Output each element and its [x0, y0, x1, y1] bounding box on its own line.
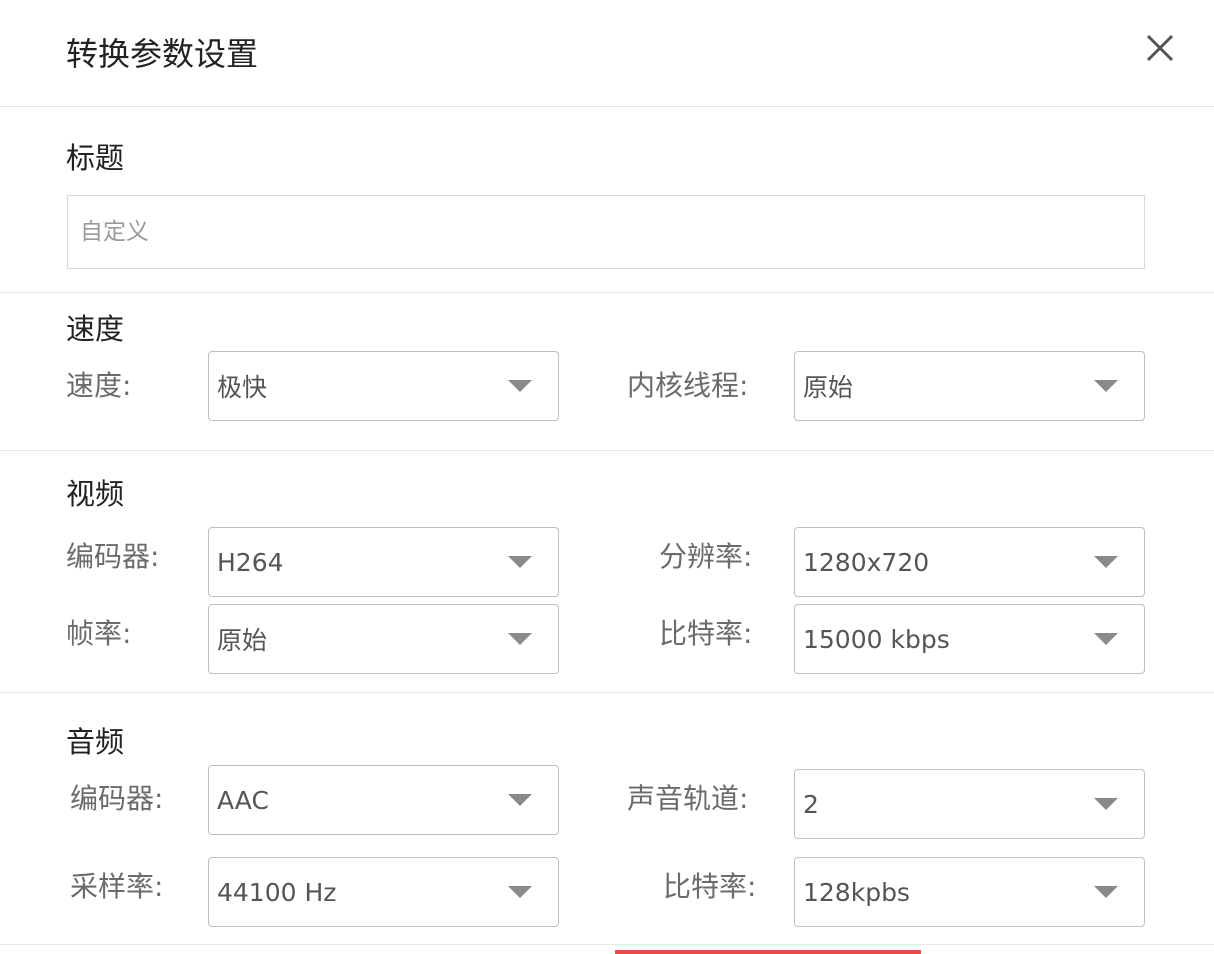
chevron-down-icon — [508, 380, 532, 392]
chevron-down-icon — [508, 886, 532, 898]
chevron-down-icon — [1094, 556, 1118, 568]
close-button[interactable] — [1140, 28, 1180, 68]
dialog-header: 转换参数设置 — [0, 0, 1214, 107]
channels-select[interactable]: 2 — [794, 769, 1145, 839]
title-input[interactable] — [67, 195, 1145, 269]
video-encoder-value: H264 — [217, 547, 284, 577]
chevron-down-icon — [1094, 886, 1118, 898]
threads-select-value: 原始 — [803, 373, 854, 402]
video-encoder-select[interactable]: H264 — [208, 527, 559, 597]
resolution-value: 1280x720 — [803, 547, 930, 577]
speed-select-value: 极快 — [217, 373, 268, 402]
threads-select[interactable]: 原始 — [794, 351, 1145, 421]
threads-label: 内核线程: — [627, 369, 749, 402]
speed-label: 速度: — [66, 369, 132, 402]
chevron-down-icon — [1094, 380, 1118, 392]
divider — [0, 692, 1214, 693]
resolution-label: 分辨率: — [659, 540, 753, 573]
video-section-heading: 视频 — [66, 477, 125, 511]
framerate-select[interactable]: 原始 — [208, 604, 559, 674]
chevron-down-icon — [508, 633, 532, 645]
samplerate-select[interactable]: 44100 Hz — [208, 857, 559, 927]
speed-select[interactable]: 极快 — [208, 351, 559, 421]
channels-value: 2 — [803, 789, 819, 819]
divider — [0, 944, 1214, 945]
chevron-down-icon — [508, 794, 532, 806]
audio-bitrate-value: 128kpbs — [803, 877, 910, 907]
divider — [0, 292, 1214, 293]
convert-settings-dialog: 转换参数设置 标题 速度 速度: 极快 内核线程: 原始 视频 编码器: H26… — [0, 0, 1214, 954]
divider — [0, 450, 1214, 451]
video-bitrate-value: 15000 kbps — [803, 624, 950, 654]
samplerate-label: 采样率: — [70, 870, 164, 903]
video-encoder-label: 编码器: — [66, 540, 160, 573]
channels-label: 声音轨道: — [627, 782, 749, 815]
audio-section-heading: 音频 — [66, 725, 125, 759]
audio-bitrate-select[interactable]: 128kpbs — [794, 857, 1145, 927]
audio-encoder-label: 编码器: — [70, 782, 164, 815]
chevron-down-icon — [1094, 633, 1118, 645]
close-icon — [1146, 34, 1174, 62]
title-section-heading: 标题 — [66, 141, 125, 175]
resolution-select[interactable]: 1280x720 — [794, 527, 1145, 597]
chevron-down-icon — [1094, 798, 1118, 810]
confirm-button-edge[interactable] — [615, 950, 921, 954]
chevron-down-icon — [508, 556, 532, 568]
audio-bitrate-label: 比特率: — [663, 870, 757, 903]
audio-encoder-value: AAC — [217, 785, 269, 815]
video-bitrate-label: 比特率: — [659, 617, 753, 650]
dialog-title: 转换参数设置 — [66, 35, 259, 73]
speed-section-heading: 速度 — [66, 312, 125, 346]
samplerate-value: 44100 Hz — [217, 877, 337, 907]
framerate-label: 帧率: — [66, 617, 132, 650]
audio-encoder-select[interactable]: AAC — [208, 765, 559, 835]
video-bitrate-select[interactable]: 15000 kbps — [794, 604, 1145, 674]
framerate-value: 原始 — [217, 626, 268, 655]
